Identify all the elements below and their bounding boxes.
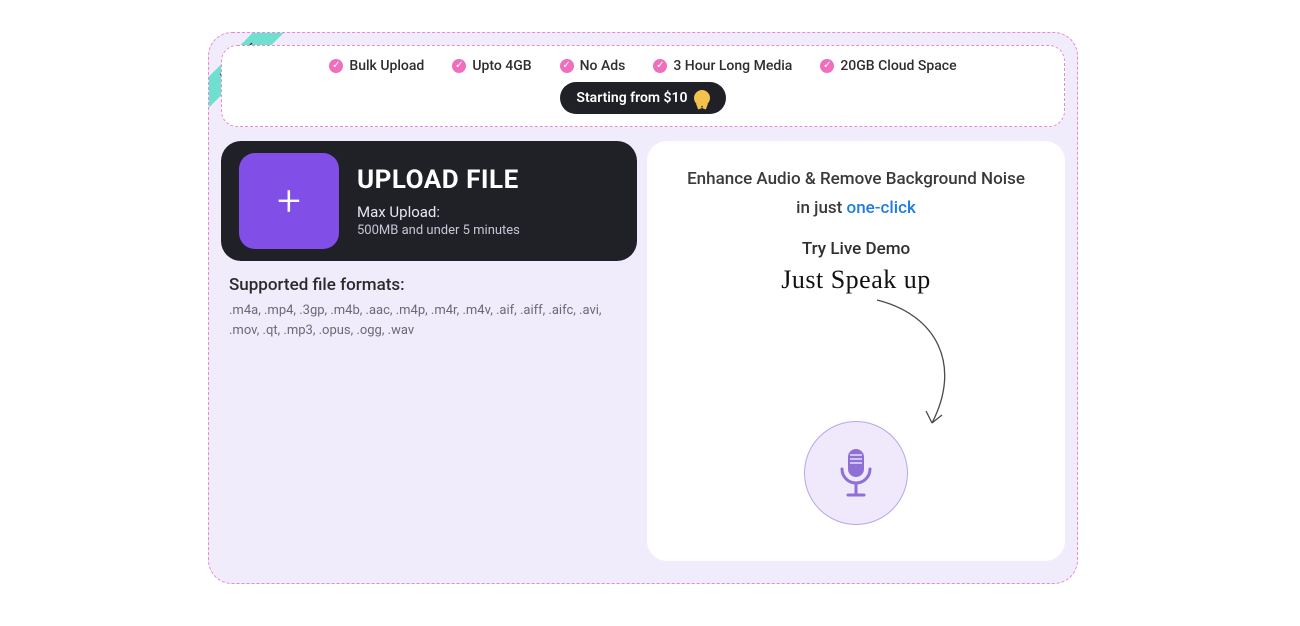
demo-headline-2a: in just [796, 198, 846, 218]
feature-item: ✓ Upto 4GB [452, 58, 531, 74]
microphone-icon [833, 445, 879, 501]
medal-icon [694, 90, 710, 106]
upload-file-button[interactable]: + UPLOAD FILE Max Upload: 500MB and unde… [221, 141, 637, 261]
feature-label: Upto 4GB [472, 58, 531, 74]
upload-title: UPLOAD FILE [357, 165, 520, 195]
demo-stage [667, 295, 1045, 525]
feature-item: ✓ Bulk Upload [329, 58, 424, 74]
check-icon: ✓ [452, 59, 466, 73]
feature-label: 20GB Cloud Space [840, 58, 956, 74]
supported-formats: Supported file formats: .m4a, .mp4, .3gp… [229, 275, 625, 341]
upload-subtitle: Max Upload: [357, 203, 520, 221]
plus-icon: + [239, 153, 339, 249]
app-container: 50% OFF ✓ Bulk Upload ✓ Upto 4GB ✓ No Ad… [208, 32, 1078, 584]
just-speak-up-label: Just Speak up [667, 265, 1045, 295]
check-icon: ✓ [329, 59, 343, 73]
check-icon: ✓ [820, 59, 834, 73]
check-icon: ✓ [560, 59, 574, 73]
check-icon: ✓ [653, 59, 667, 73]
demo-headline-2: in just one-click [667, 194, 1045, 223]
upload-text: UPLOAD FILE Max Upload: 500MB and under … [357, 165, 520, 238]
feature-label: 3 Hour Long Media [673, 58, 792, 74]
pricing-pill-button[interactable]: Starting from $10 [560, 82, 725, 114]
one-click-link[interactable]: one-click [847, 198, 916, 218]
feature-item: ✓ 3 Hour Long Media [653, 58, 792, 74]
feature-item: ✓ No Ads [560, 58, 626, 74]
microphone-button[interactable] [804, 421, 908, 525]
arrow-icon [867, 295, 987, 435]
feature-row: ✓ Bulk Upload ✓ Upto 4GB ✓ No Ads ✓ 3 Ho… [329, 58, 956, 74]
live-demo-card: Enhance Audio & Remove Background Noise … [647, 141, 1065, 561]
formats-list: .m4a, .mp4, .3gp, .m4b, .aac, .m4p, .m4r… [229, 301, 625, 341]
formats-heading: Supported file formats: [229, 275, 625, 295]
feature-label: Bulk Upload [349, 58, 424, 74]
pricing-label: Starting from $10 [576, 90, 687, 106]
feature-label: No Ads [580, 58, 626, 74]
feature-item: ✓ 20GB Cloud Space [820, 58, 956, 74]
upload-limit: 500MB and under 5 minutes [357, 223, 520, 238]
promo-banner: ✓ Bulk Upload ✓ Upto 4GB ✓ No Ads ✓ 3 Ho… [221, 45, 1065, 127]
try-demo-label: Try Live Demo [667, 239, 1045, 259]
demo-headline-1: Enhance Audio & Remove Background Noise [667, 165, 1045, 194]
